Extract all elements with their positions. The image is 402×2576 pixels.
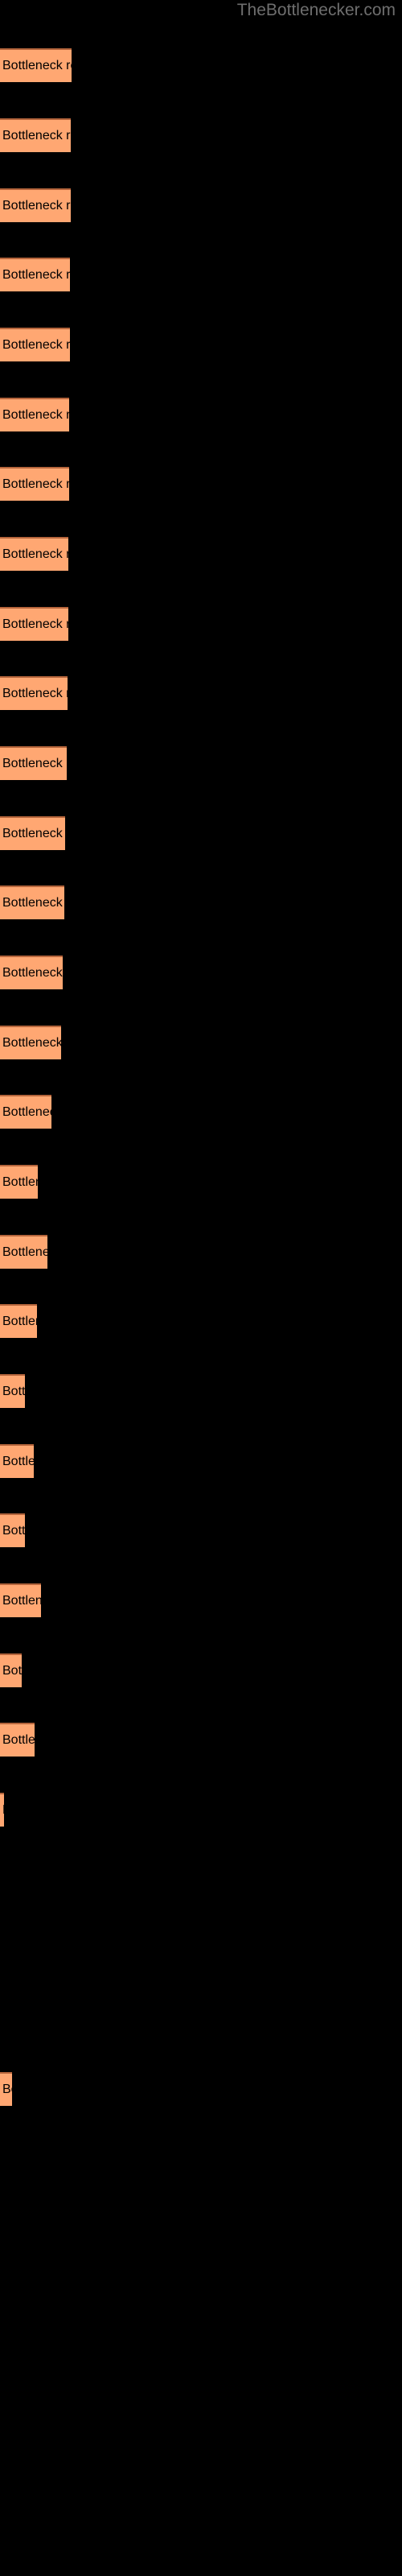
bar-label: Bottleneck result xyxy=(2,1245,47,1259)
bar-row[interactable]: Bottleneck result xyxy=(0,607,68,641)
bar-row[interactable]: Bottleneck result xyxy=(0,886,64,919)
bar-label: Bottleneck result xyxy=(2,1664,22,1678)
bar-label: Bottleneck result xyxy=(2,59,72,72)
bar-fill: Bottleneck result xyxy=(0,1653,22,1687)
bar-label: Bottleneck result xyxy=(2,617,68,631)
bar-row[interactable]: Bottleneck result xyxy=(0,328,70,361)
bar-fill: Bottleneck result xyxy=(0,258,70,291)
bar-row[interactable]: Bottleneck result xyxy=(0,1374,25,1408)
bar-fill: Bottleneck result xyxy=(0,48,72,82)
bar-fill: Bottleneck result xyxy=(0,1095,51,1129)
bar-row[interactable]: Bottleneck result xyxy=(0,1513,25,1547)
bar-label: Bottleneck result xyxy=(2,687,68,700)
bar-row[interactable]: Bottleneck result xyxy=(0,1304,37,1338)
bar-row[interactable]: Bottleneck result xyxy=(0,1095,51,1129)
bar-row[interactable]: Bottleneck result xyxy=(0,537,68,571)
bar-label: Bottleneck result xyxy=(2,757,67,770)
bar-row[interactable]: Bottleneck result xyxy=(0,398,69,431)
bar-row[interactable]: Bottleneck result xyxy=(0,1165,38,1199)
bar-label: Bottleneck result xyxy=(2,338,70,352)
bar-fill: Bottleneck result xyxy=(0,1583,41,1617)
bar-fill: Bottleneck result xyxy=(0,467,69,501)
bar-label: Bottleneck result xyxy=(2,1105,51,1119)
bar-row[interactable]: Bottleneck result xyxy=(0,1026,61,1059)
bar-fill: Bottleneck result xyxy=(0,1235,47,1269)
bar-fill: Bottleneck result xyxy=(0,607,68,641)
bar-row[interactable]: Bottleneck result xyxy=(0,1583,41,1617)
bar-row[interactable]: Bottleneck result xyxy=(0,258,70,291)
bar-label: Bottleneck result xyxy=(2,1524,25,1538)
bar-fill: Bottleneck result xyxy=(0,1304,37,1338)
bar-fill: Bottleneck result xyxy=(0,188,71,222)
bar-fill: Bottleneck result xyxy=(0,328,70,361)
bar-label: Bottleneck result xyxy=(2,1802,4,1819)
bar-fill: Bottleneck result xyxy=(0,816,65,850)
bar-row[interactable]: Bottleneck result xyxy=(0,956,63,989)
bar-row[interactable]: Bottleneck result xyxy=(0,1444,34,1478)
bar-fill: Bottleneck result xyxy=(0,1444,34,1478)
bar-label: Bottleneck result xyxy=(2,1733,35,1747)
bar-label: Bottleneck result xyxy=(2,966,63,980)
bar-label: Bottleneck result xyxy=(2,896,64,910)
bar-row[interactable]: Bottleneck result xyxy=(0,1653,22,1687)
bar-row[interactable]: Bottleneck result xyxy=(0,1235,47,1269)
bar-row[interactable]: Bottleneck result xyxy=(0,816,65,850)
bar-label: Bottleneck result xyxy=(2,1036,61,1050)
bar-label: Bottleneck result xyxy=(2,547,68,561)
bar-fill: Bottleneck result xyxy=(0,1026,61,1059)
bar-fill: Bottleneck result xyxy=(0,676,68,710)
bar-label: Bottleneck result xyxy=(2,1315,37,1328)
bar-label: Bottleneck result xyxy=(2,408,69,422)
bar-row[interactable]: Bottleneck result xyxy=(0,1793,4,1827)
bar-label: Bottleneck result xyxy=(2,1385,25,1398)
bar-label: Bottleneck result xyxy=(2,477,69,491)
bar-row[interactable]: Bottleneck result xyxy=(0,676,68,710)
bar-row[interactable]: Bottleneck result xyxy=(0,48,72,82)
bar-fill: Bottleneck result xyxy=(0,746,67,780)
bar-row[interactable]: Bottleneck result xyxy=(0,2072,12,2106)
bar-fill: Bottleneck result xyxy=(0,1374,25,1408)
bar-fill: Bottleneck result xyxy=(0,398,69,431)
bar-row[interactable]: Bottleneck result xyxy=(0,118,71,152)
bar-fill: Bottleneck result xyxy=(0,886,64,919)
bar-label: Bottleneck result xyxy=(2,129,71,142)
bar-label: Bottleneck result xyxy=(2,2083,12,2096)
bar-row[interactable]: Bottleneck result xyxy=(0,746,67,780)
bottleneck-bar-chart: Bottleneck result Bottleneck result Bottle… xyxy=(0,0,402,2576)
bar-fill: Bottleneck result xyxy=(0,956,63,989)
bar-label: Bottleneck result xyxy=(2,827,65,840)
bar-fill: Bottleneck result xyxy=(0,2072,12,2106)
bar-label: Bottleneck result xyxy=(2,1175,38,1189)
bar-fill: Bottleneck result xyxy=(0,1165,38,1199)
bar-label: Bottleneck result xyxy=(2,199,71,213)
bar-row[interactable]: Bottleneck result xyxy=(0,467,69,501)
bar-row[interactable]: Bottleneck result xyxy=(0,188,71,222)
bar-label: Bottleneck result xyxy=(2,268,70,282)
bar-fill: Bottleneck result xyxy=(0,118,71,152)
bar-row[interactable]: Bottleneck result xyxy=(0,1723,35,1757)
bar-label: Bottleneck result xyxy=(2,1455,34,1468)
bar-label: Bottleneck result xyxy=(2,1594,41,1608)
bar-fill: Bottleneck result xyxy=(0,537,68,571)
bar-fill: Bottleneck result xyxy=(0,1793,4,1827)
bar-fill: Bottleneck result xyxy=(0,1513,25,1547)
bar-fill: Bottleneck result xyxy=(0,1723,35,1757)
